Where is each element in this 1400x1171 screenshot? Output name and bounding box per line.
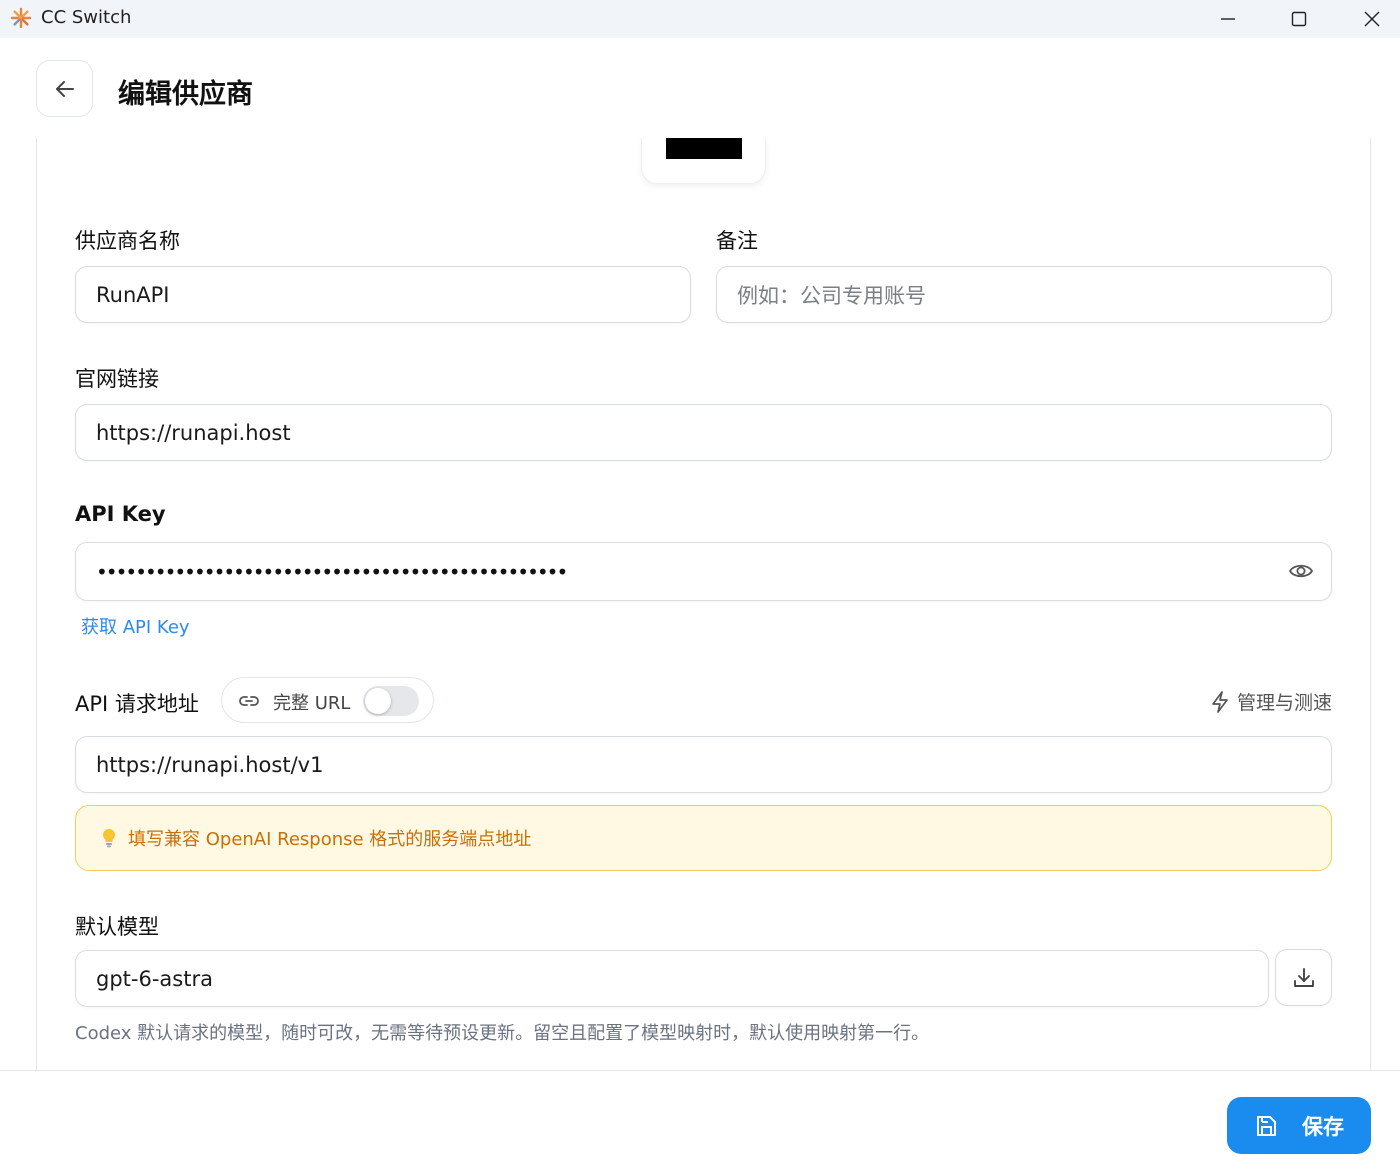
- download-icon: [1293, 967, 1314, 987]
- api-key-input[interactable]: ••••••••••••••••••••••••••••••••••••••••…: [75, 542, 1332, 601]
- provider-name-label: 供应商名称: [75, 229, 180, 253]
- provider-name-input[interactable]: RunAPI: [75, 266, 691, 323]
- full-url-switch[interactable]: [363, 686, 419, 716]
- save-icon: [1257, 1115, 1276, 1136]
- endpoint-input[interactable]: https://runapi.host/v1: [75, 736, 1332, 793]
- link-icon: [238, 691, 260, 711]
- notes-input[interactable]: 例如：公司专用账号: [716, 266, 1332, 323]
- lightbulb-icon: [98, 828, 120, 848]
- default-model-label: 默认模型: [75, 915, 159, 939]
- toggle-visibility-button[interactable]: [1287, 557, 1315, 585]
- website-value: https://runapi.host: [96, 420, 291, 445]
- page-header: 编辑供应商: [0, 38, 1400, 138]
- endpoint-hint: 填写兼容 OpenAI Response 格式的服务端点地址: [75, 805, 1332, 871]
- close-window-button[interactable]: [1342, 0, 1400, 38]
- full-url-toggle[interactable]: 完整 URL: [221, 677, 434, 723]
- app-logo-icon: [10, 7, 32, 29]
- arrow-left-icon: [55, 80, 74, 97]
- lightning-icon: [1212, 690, 1228, 713]
- provider-logo-image: [666, 138, 742, 159]
- endpoint-hint-text: 填写兼容 OpenAI Response 格式的服务端点地址: [128, 829, 532, 850]
- default-model-input[interactable]: gpt-6-astra: [75, 950, 1269, 1007]
- page-title: 编辑供应商: [118, 79, 253, 110]
- manage-speedtest-button[interactable]: 管理与测速: [1209, 688, 1332, 715]
- eye-icon: [1289, 564, 1313, 578]
- website-label: 官网链接: [75, 367, 159, 391]
- maximize-icon: [1291, 11, 1307, 27]
- save-button[interactable]: 保存: [1227, 1097, 1371, 1154]
- notes-placeholder: 例如：公司专用账号: [737, 283, 926, 308]
- window-titlebar: CC Switch: [0, 0, 1400, 38]
- default-model-value: gpt-6-astra: [96, 966, 213, 991]
- maximize-button[interactable]: [1269, 0, 1329, 38]
- provider-name-value: RunAPI: [96, 282, 170, 307]
- minimize-icon: [1221, 18, 1235, 20]
- api-key-label: API Key: [75, 502, 166, 526]
- endpoint-value: https://runapi.host/v1: [96, 752, 324, 777]
- website-input[interactable]: https://runapi.host: [75, 404, 1332, 461]
- manage-speedtest-label: 管理与测速: [1237, 692, 1333, 714]
- close-icon: [1364, 11, 1380, 27]
- switch-knob: [365, 688, 391, 714]
- fetch-models-button[interactable]: [1275, 949, 1332, 1006]
- save-label: 保存: [1302, 1114, 1344, 1139]
- footer-bar: 保存: [0, 1070, 1400, 1171]
- window-title: CC Switch: [41, 7, 132, 28]
- back-button[interactable]: [36, 60, 93, 117]
- default-model-helper: Codex 默认请求的模型，随时可改，无需等待预设更新。留空且配置了模型映射时，…: [75, 1023, 930, 1044]
- full-url-label: 完整 URL: [273, 693, 351, 714]
- endpoint-label: API 请求地址: [75, 692, 199, 716]
- provider-logo: [641, 138, 766, 184]
- minimize-button[interactable]: [1198, 0, 1258, 38]
- get-api-key-link[interactable]: 获取 API Key: [81, 613, 190, 639]
- notes-label: 备注: [716, 229, 758, 253]
- api-key-masked-value: ••••••••••••••••••••••••••••••••••••••••…: [96, 559, 568, 584]
